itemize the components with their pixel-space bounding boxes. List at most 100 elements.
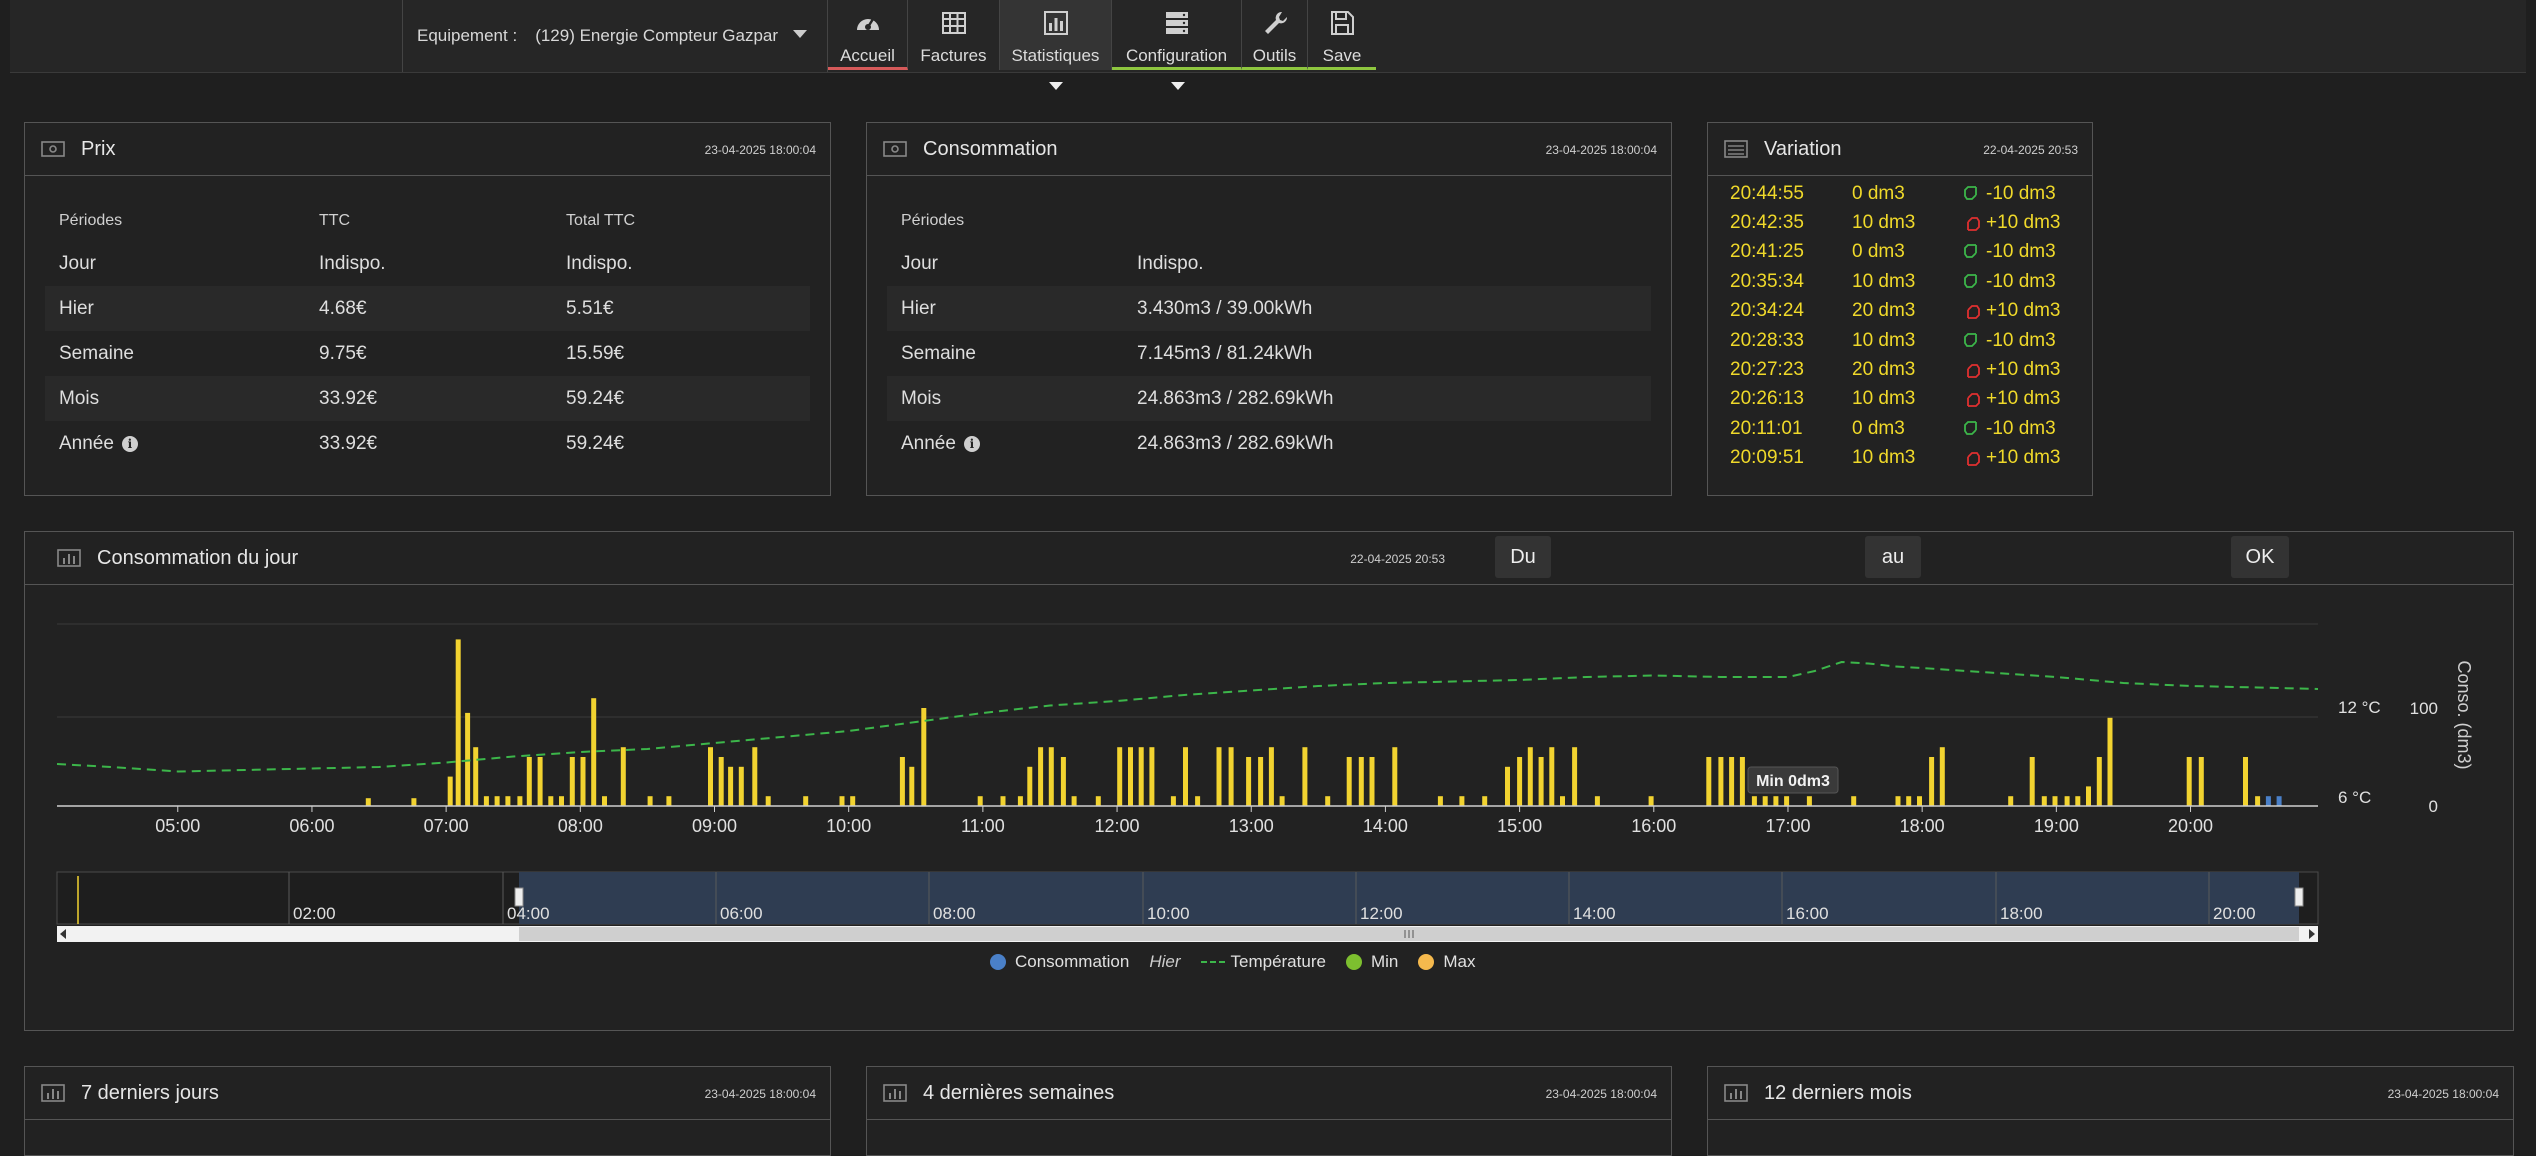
consommation-bar — [483, 796, 489, 806]
consommation-bar — [1216, 747, 1222, 806]
navigator-tick-label: 06:00 — [720, 904, 763, 923]
consommation-bar — [1000, 796, 1006, 806]
consommation-bar — [752, 747, 758, 806]
x-tick-label: 18:00 — [1900, 816, 1945, 836]
legend-item-consommation[interactable]: Consommation — [990, 952, 1129, 972]
consommation-bar — [537, 757, 543, 806]
legend-item-hier[interactable]: Hier — [1149, 952, 1180, 972]
navigator-tick-label: 02:00 — [293, 904, 336, 923]
consommation-bar — [2243, 757, 2248, 806]
x-tick-label: 05:00 — [155, 816, 200, 836]
consommation-bar — [455, 639, 461, 806]
legend-item-temperature[interactable]: Température — [1200, 952, 1326, 972]
panel-7-jours: 7 derniers jours 23-04-2025 18:00:04 — [24, 1066, 831, 1156]
navigator-handle[interactable] — [2294, 887, 2304, 907]
panel-4-semaines-header: 4 dernières semaines 23-04-2025 18:00:04 — [867, 1067, 1671, 1120]
consommation-bar — [1560, 796, 1565, 806]
x-tick-label: 14:00 — [1363, 816, 1408, 836]
consommation-bar — [1170, 796, 1176, 806]
consommation-bar — [1906, 796, 1912, 806]
consommation-bar — [1038, 747, 1044, 806]
consommation-bar — [620, 747, 626, 806]
legend-item-max[interactable]: Max — [1418, 952, 1475, 972]
x-tick-label: 20:00 — [2168, 816, 2213, 836]
consommation-bar — [517, 796, 523, 806]
consommation-bar — [1228, 747, 1234, 806]
consommation-bar — [1268, 747, 1274, 806]
consommation-bar — [909, 766, 915, 806]
consommation-bar — [602, 796, 607, 806]
consommation-bar — [708, 747, 713, 806]
consommation-bar — [1505, 766, 1510, 806]
panel-title: 12 derniers mois — [1764, 1081, 1912, 1104]
consommation-bar — [1784, 796, 1790, 806]
consommation-bar — [2075, 796, 2081, 806]
legend-label: Consommation — [1015, 952, 1130, 971]
consommation-bar — [1060, 757, 1066, 806]
consommation-bar — [580, 757, 586, 806]
consommation-bar — [1027, 766, 1033, 806]
navigator-tick-label: 20:00 — [2213, 904, 2256, 923]
consommation-bar — [1929, 757, 1935, 806]
consommation-bar — [1549, 747, 1555, 806]
consommation-bar — [1773, 796, 1779, 806]
panel-date: 23-04-2025 18:00:04 — [2387, 1087, 2499, 1101]
legend-label: Max — [1443, 952, 1476, 971]
consommation-bar — [1594, 796, 1600, 806]
consommation-bar — [2008, 796, 2014, 806]
consommation-bar — [2041, 796, 2047, 806]
consommation-bar — [2029, 757, 2035, 806]
consommation-bar — [2086, 786, 2091, 806]
consommation-bar — [2052, 796, 2058, 806]
legend-label: Hier — [1149, 952, 1181, 971]
consommation-bar — [1517, 757, 1523, 806]
consommation-bar — [1739, 757, 1745, 806]
consommation-bar — [1195, 796, 1201, 806]
consommation-bar — [1302, 747, 1308, 806]
consommation-bar — [1279, 796, 1285, 806]
consommation-bar — [2064, 796, 2070, 806]
panel-title: 4 dernières semaines — [923, 1081, 1115, 1104]
consommation-bar — [899, 757, 905, 806]
consommation-bar — [2265, 796, 2271, 806]
consommation-bar — [2186, 757, 2192, 806]
consommation-bar — [1459, 796, 1465, 806]
consommation-bar — [718, 757, 724, 806]
consommation-bar — [1437, 796, 1443, 806]
consommation-bar — [1392, 747, 1398, 806]
legend-item-min[interactable]: Min — [1345, 952, 1398, 972]
consommation-bar — [1246, 757, 1252, 806]
x-tick-label: 10:00 — [826, 816, 871, 836]
x-tick-label: 09:00 — [692, 816, 737, 836]
consommation-bar — [850, 796, 856, 806]
consommation-bar — [1017, 796, 1023, 806]
x-tick-label: 07:00 — [424, 816, 469, 836]
consommation-bar — [1729, 757, 1735, 806]
consommation-bar — [1346, 757, 1352, 806]
consommation-bar — [1128, 747, 1133, 806]
consommation-bar — [1538, 757, 1544, 806]
bar-chart-icon — [1724, 1084, 1748, 1102]
chart-legend: Consommation Hier Température Min Max — [990, 952, 1495, 972]
chart-tooltip-text: Min 0dm3 — [1756, 773, 1830, 790]
consommation-bar — [1095, 796, 1101, 806]
panel-date: 23-04-2025 18:00:04 — [1545, 1087, 1657, 1101]
x-tick-label: 13:00 — [1229, 816, 1274, 836]
consommation-bar — [1138, 747, 1144, 806]
navigator-tick-label: 18:00 — [2000, 904, 2043, 923]
consommation-bar — [839, 796, 845, 806]
consommation-bar — [1117, 747, 1123, 806]
consommation-bar — [1369, 757, 1375, 806]
legend-label: Température — [1230, 952, 1326, 971]
legend-marker — [1418, 954, 1435, 970]
x-tick-label: 08:00 — [558, 816, 603, 836]
consommation-bar — [738, 766, 744, 806]
consommation-bar — [647, 796, 653, 806]
consommation-bar — [1149, 747, 1155, 806]
consommation-bar — [977, 796, 983, 806]
navigator-handle[interactable] — [514, 887, 524, 907]
panel-12-mois: 12 derniers mois 23-04-2025 18:00:04 — [1707, 1066, 2514, 1156]
consommation-bar — [1572, 747, 1578, 806]
legend-marker — [990, 954, 1006, 970]
x-tick-label: 19:00 — [2034, 816, 2079, 836]
